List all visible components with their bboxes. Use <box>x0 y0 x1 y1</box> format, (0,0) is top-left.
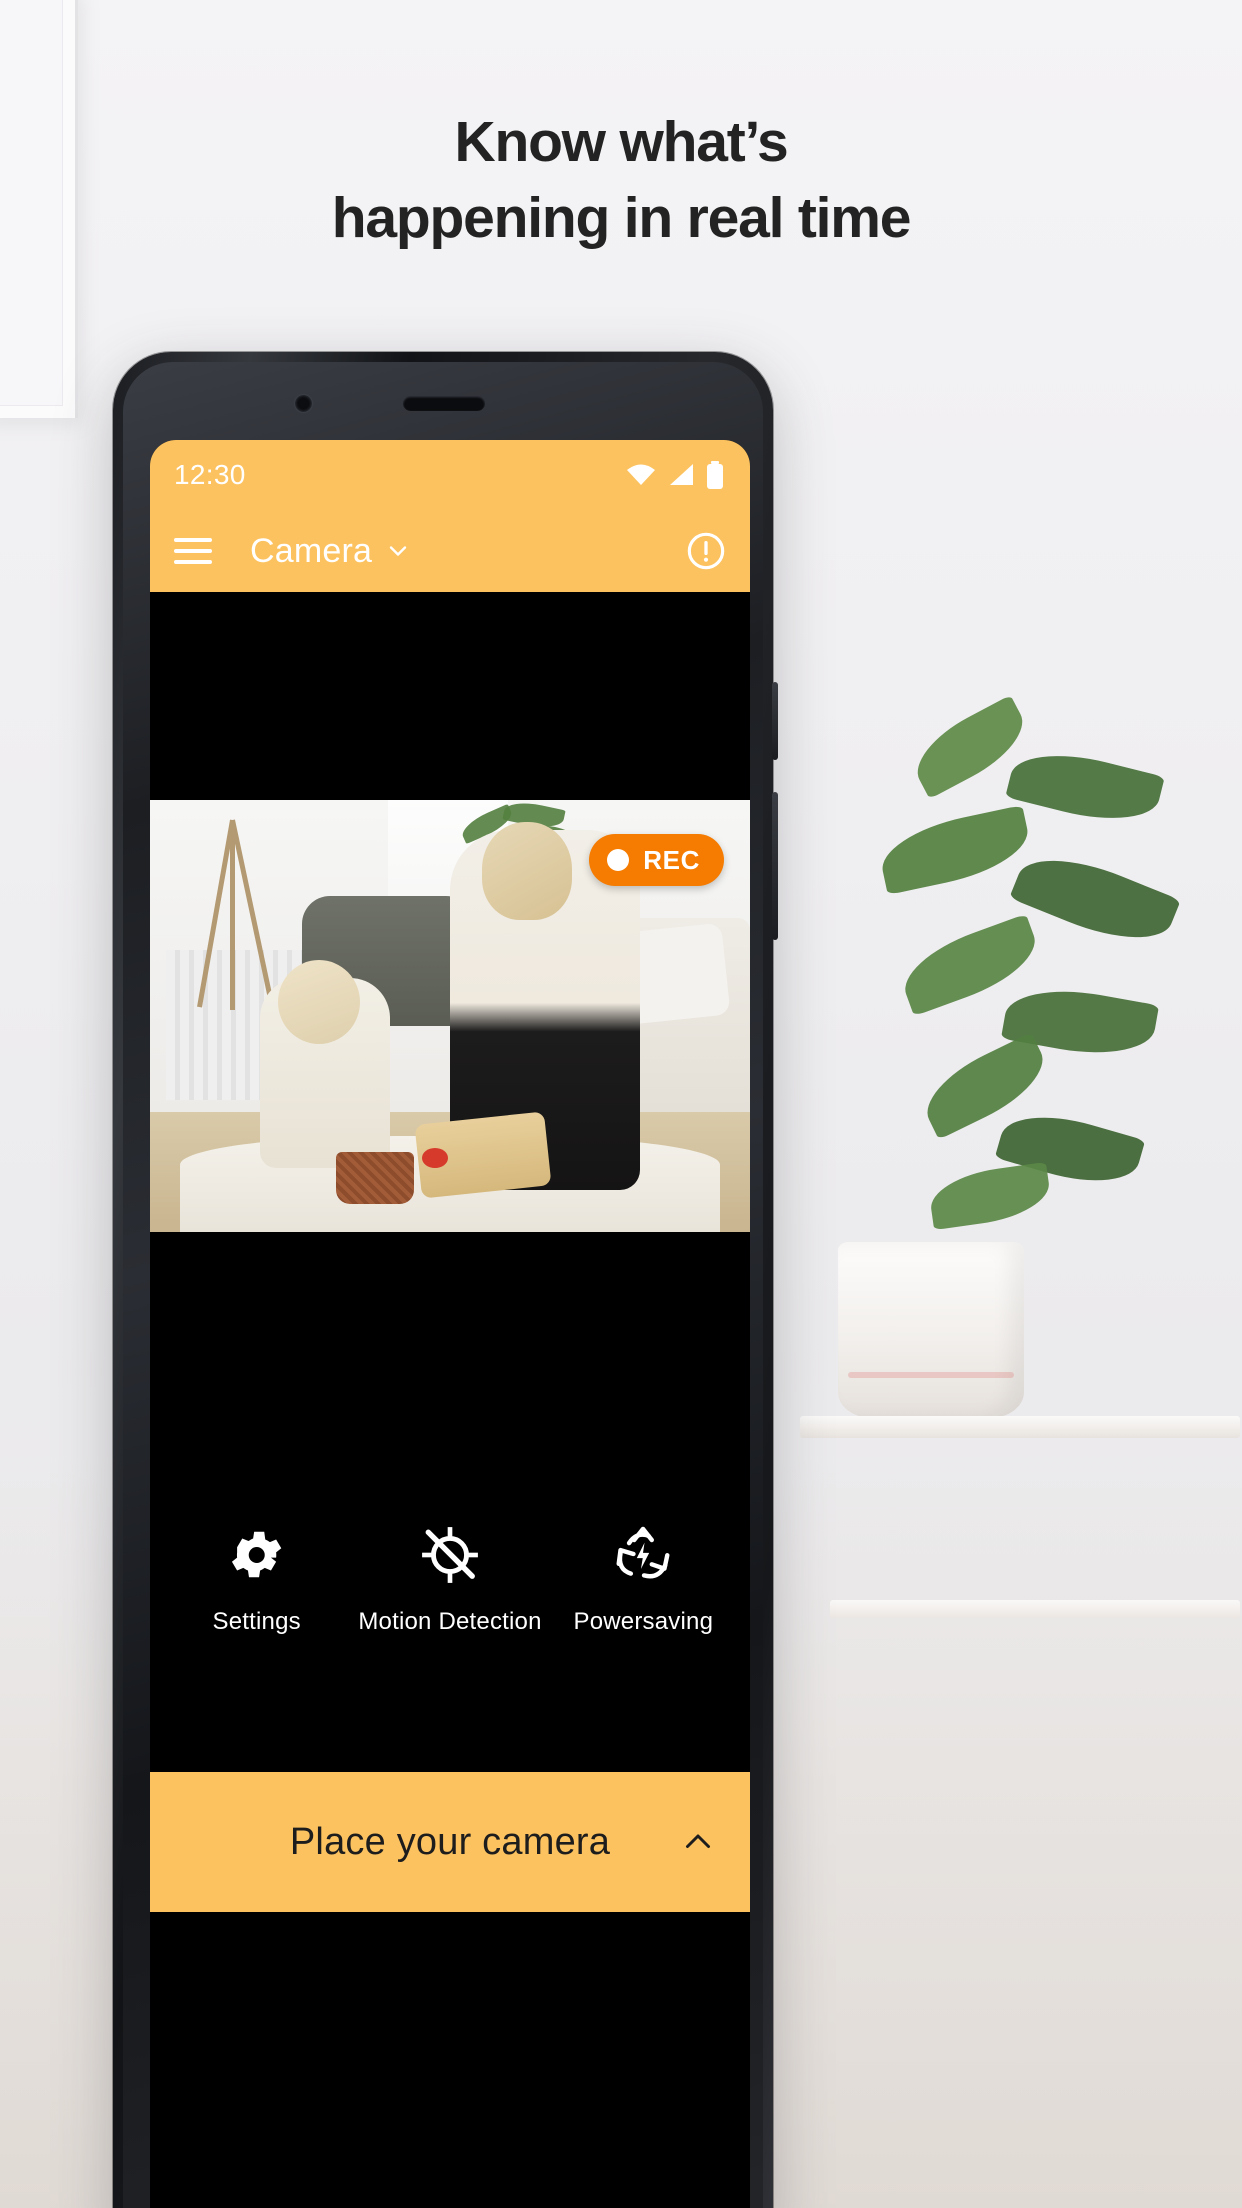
place-camera-bottom-sheet[interactable]: Place your camera <box>150 1772 750 1912</box>
status-clock: 12:30 <box>174 459 246 490</box>
app-bar-title: Camera <box>250 531 373 570</box>
control-motion-detection[interactable]: Motion Detection <box>354 1524 545 1636</box>
battery-icon <box>707 461 723 489</box>
video-letterbox-top <box>150 592 750 800</box>
control-motion-detection-label: Motion Detection <box>358 1608 542 1635</box>
promo-headline: Know what’s happening in real time <box>0 104 1242 256</box>
camera-controls-bar: Settings Motion Detection Powersaving <box>150 1482 750 1772</box>
motion-detection-off-icon <box>422 1527 478 1583</box>
video-area: REC <box>150 592 750 1482</box>
rec-label: REC <box>643 844 700 875</box>
plant-pot <box>838 1242 1024 1418</box>
bottom-sheet-title: Place your camera <box>289 1820 611 1863</box>
headline-line-2: happening in real time <box>331 186 912 250</box>
app-bar: Camera <box>150 510 750 592</box>
rec-status-badge: REC <box>589 834 724 886</box>
video-letterbox-bottom <box>150 1232 750 1482</box>
control-powersaving-label: Powersaving <box>573 1608 714 1635</box>
record-dot-icon <box>607 849 630 871</box>
alert-exclamation-circle-icon[interactable] <box>686 531 726 571</box>
shelf-upper <box>800 1416 1240 1438</box>
camera-live-feed[interactable]: REC <box>150 800 750 1232</box>
powersaving-recycle-bolt-icon <box>616 1526 670 1579</box>
phone-mockup: 12:30 Camera REC Settings Motion Detecti… <box>113 352 778 2208</box>
power-button[interactable] <box>772 682 778 760</box>
feed-basket <box>336 1152 414 1204</box>
front-camera-icon <box>295 395 312 412</box>
status-icon-group <box>626 461 724 489</box>
app-screen: 12:30 Camera REC Settings Motion Detecti… <box>150 440 750 2208</box>
phone-bezel-glass: 12:30 Camera REC Settings Motion Detecti… <box>123 362 763 2208</box>
status-bar: 12:30 <box>150 440 750 510</box>
volume-button[interactable] <box>772 792 778 940</box>
chevron-up-icon[interactable] <box>680 1824 716 1860</box>
control-powersaving[interactable]: Powersaving <box>548 1524 739 1636</box>
control-settings[interactable]: Settings <box>161 1524 352 1636</box>
promo-screenshot: Know what’s happening in real time 12:30 <box>0 0 1242 2208</box>
earpiece-speaker-icon <box>403 396 485 411</box>
hamburger-menu-icon[interactable] <box>174 538 212 564</box>
control-settings-label: Settings <box>212 1608 301 1635</box>
headline-line-1: Know what’s <box>454 110 788 174</box>
wifi-icon <box>627 464 655 485</box>
chevron-down-icon[interactable] <box>386 539 410 563</box>
cellular-signal-icon <box>670 464 693 485</box>
gear-icon <box>231 1531 281 1578</box>
